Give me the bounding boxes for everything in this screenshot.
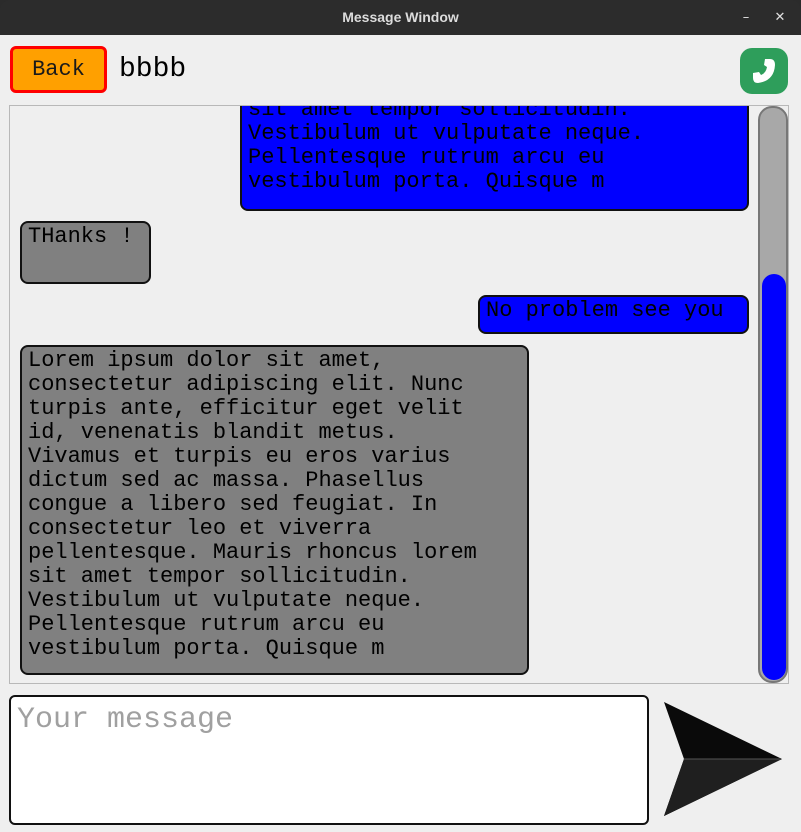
send-button[interactable] xyxy=(662,700,784,818)
message-bubble-received: Lorem ipsum dolor sit amet, consectetur … xyxy=(20,345,529,675)
send-arrow-icon xyxy=(664,702,782,816)
back-button[interactable]: Back xyxy=(10,46,107,93)
message-bubble-received: THanks ! xyxy=(20,221,151,284)
minimize-button[interactable]: – xyxy=(732,0,760,35)
message-bubble-sent: No problem see you xyxy=(478,295,749,334)
message-window: Back bbbb sit amet tempor sollicitudin. … xyxy=(0,35,801,832)
title-bar: Message Window – ✕ xyxy=(0,0,801,35)
close-button[interactable]: ✕ xyxy=(766,0,794,35)
scrollbar-thumb[interactable] xyxy=(762,274,786,680)
phone-icon xyxy=(753,59,775,83)
call-button[interactable] xyxy=(740,48,788,94)
contact-name: bbbb xyxy=(119,54,187,85)
message-input[interactable] xyxy=(9,695,649,825)
message-bubble-sent: sit amet tempor sollicitudin. Vestibulum… xyxy=(240,106,749,211)
message-list[interactable]: sit amet tempor sollicitudin. Vestibulum… xyxy=(9,105,789,684)
window-title: Message Window xyxy=(342,9,459,25)
